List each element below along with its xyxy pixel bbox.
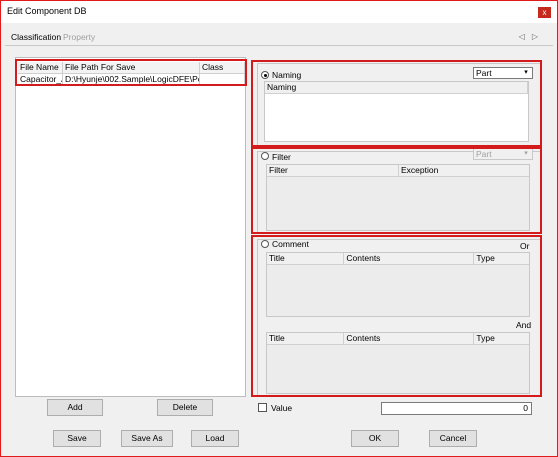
highlight-box-file-grid bbox=[15, 59, 247, 86]
value-label: Value bbox=[271, 403, 293, 413]
cancel-button[interactable]: Cancel bbox=[429, 430, 477, 447]
chevron-right-icon[interactable]: ▷ bbox=[532, 32, 545, 41]
ok-button[interactable]: OK bbox=[351, 430, 399, 447]
load-button[interactable]: Load bbox=[191, 430, 239, 447]
value-field[interactable]: 0 bbox=[381, 402, 532, 415]
delete-button[interactable]: Delete bbox=[157, 399, 213, 416]
window-title: Edit Component DB bbox=[7, 6, 87, 16]
tab-property[interactable]: Property bbox=[63, 32, 95, 42]
add-button[interactable]: Add bbox=[47, 399, 103, 416]
save-button[interactable]: Save bbox=[53, 430, 101, 447]
close-button[interactable]: x bbox=[538, 7, 551, 18]
value-checkbox[interactable] bbox=[258, 403, 267, 412]
edit-component-db-window: Edit Component DB x Classification Prope… bbox=[0, 0, 558, 457]
file-list-panel[interactable]: File Name File Path For Save Class Capac… bbox=[15, 57, 246, 397]
title-bar: Edit Component DB x bbox=[1, 1, 557, 23]
tab-classification[interactable]: Classification bbox=[11, 32, 61, 42]
highlight-box-filter bbox=[251, 147, 542, 234]
chevron-left-icon[interactable]: ◁ bbox=[519, 32, 532, 41]
save-as-button[interactable]: Save As bbox=[121, 430, 173, 447]
tab-strip: Classification Property ◁▷ bbox=[5, 29, 553, 46]
highlight-box-naming bbox=[251, 60, 542, 147]
tab-scroll-arrows[interactable]: ◁▷ bbox=[519, 32, 545, 41]
highlight-box-comment bbox=[251, 235, 542, 397]
